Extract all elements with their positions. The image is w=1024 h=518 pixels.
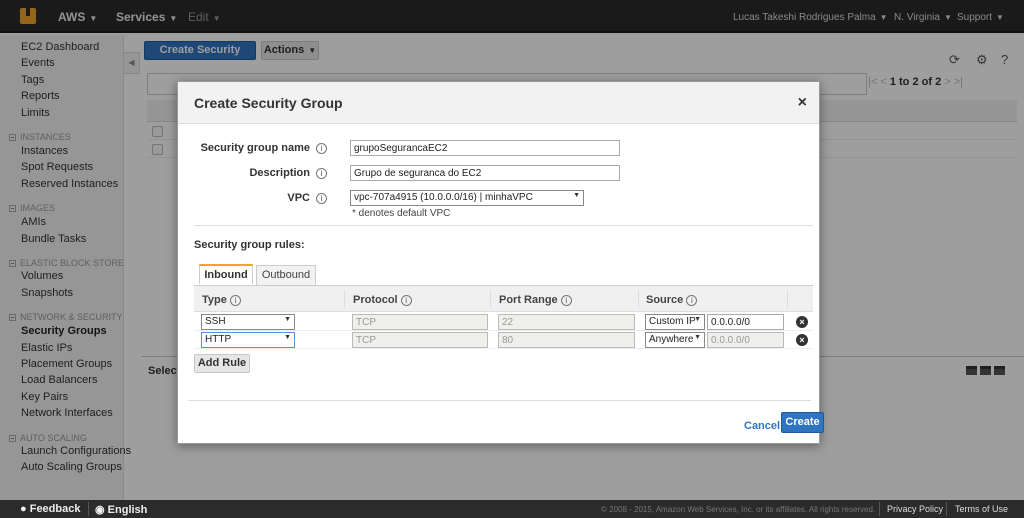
rule-port-range-field xyxy=(498,332,635,348)
remove-rule-icon[interactable]: × xyxy=(796,334,808,346)
info-icon[interactable]: i xyxy=(560,295,572,306)
chevron-down-icon: ▼ xyxy=(694,316,701,323)
create-button[interactable]: Create xyxy=(781,412,824,433)
rule-port-range-field xyxy=(498,314,635,330)
chevron-down-icon: ▼ xyxy=(573,192,580,199)
rule-protocol-field xyxy=(352,332,488,348)
vpc-label: VPC xyxy=(287,192,310,204)
privacy-policy-link[interactable]: Privacy Policy xyxy=(887,504,943,514)
description-input[interactable] xyxy=(350,165,620,181)
description-label: Description xyxy=(249,167,310,179)
rule-source-input xyxy=(707,332,784,348)
tab-inbound[interactable]: Inbound xyxy=(199,264,253,284)
column-separator xyxy=(344,290,345,308)
rule-type-select[interactable]: HTTP ▼ xyxy=(201,332,295,348)
cancel-button[interactable]: Cancel xyxy=(744,420,780,432)
chevron-down-icon: ▼ xyxy=(284,316,291,323)
divider xyxy=(194,225,813,226)
footer-bar: ● Feedback ◉ English © 2008 - 2015, Amaz… xyxy=(0,500,1024,518)
divider xyxy=(879,502,880,516)
info-icon[interactable]: i xyxy=(316,193,327,204)
column-separator xyxy=(787,290,788,308)
chevron-down-icon: ▼ xyxy=(284,334,291,341)
rule-row: HTTP▼ Anywhere▼ × xyxy=(194,331,813,349)
column-port-range[interactable]: Port Range i xyxy=(499,294,572,306)
remove-rule-icon[interactable]: × xyxy=(796,316,808,328)
divider xyxy=(88,502,89,516)
dialog-header: Create Security Group × xyxy=(178,82,819,124)
info-icon[interactable]: i xyxy=(316,168,327,179)
vpc-select[interactable]: vpc-707a4915 (10.0.0.0/16) | minhaVPC ▼ xyxy=(350,190,584,206)
rule-source-input[interactable] xyxy=(707,314,784,330)
create-security-group-dialog: Create Security Group × Security group n… xyxy=(177,81,824,444)
info-icon[interactable]: i xyxy=(686,295,698,306)
column-separator xyxy=(638,290,639,308)
security-group-name-input[interactable] xyxy=(350,140,620,156)
chevron-down-icon: ▼ xyxy=(694,334,701,341)
terms-of-use-link[interactable]: Terms of Use xyxy=(955,504,1008,514)
add-rule-button[interactable]: Add Rule xyxy=(194,354,250,373)
feedback-link[interactable]: ● Feedback xyxy=(20,503,80,515)
copyright-text: © 2008 - 2015, Amazon Web Services, Inc.… xyxy=(601,505,876,514)
speech-bubble-icon: ● xyxy=(20,503,27,515)
rule-protocol-field xyxy=(352,314,488,330)
column-separator xyxy=(490,290,491,308)
divider xyxy=(946,502,947,516)
tab-outbound[interactable]: Outbound xyxy=(256,265,316,285)
column-source[interactable]: Source i xyxy=(646,294,698,306)
divider xyxy=(188,400,811,401)
rule-row: SSH▼ Custom IP▼ × xyxy=(194,313,813,331)
close-icon[interactable]: × xyxy=(798,94,807,112)
info-icon[interactable]: i xyxy=(316,143,327,154)
rule-source-type-select[interactable]: Custom IP ▼ xyxy=(645,314,705,330)
rules-table-header: Type i Protocol i Port Range i Source i xyxy=(194,285,813,312)
dialog-title: Create Security Group xyxy=(194,95,343,111)
column-protocol[interactable]: Protocol i xyxy=(353,294,412,306)
rule-type-select[interactable]: SSH ▼ xyxy=(201,314,295,330)
rule-source-type-select[interactable]: Anywhere ▼ xyxy=(645,332,705,348)
info-icon[interactable]: i xyxy=(400,295,412,306)
column-type[interactable]: Type i xyxy=(202,294,241,306)
globe-icon: ◉ xyxy=(95,504,105,516)
info-icon[interactable]: i xyxy=(229,295,241,306)
language-selector[interactable]: ◉ English xyxy=(95,503,147,516)
security-group-name-label: Security group name xyxy=(200,142,310,154)
default-vpc-note: * denotes default VPC xyxy=(352,208,451,219)
security-group-rules-label: Security group rules: xyxy=(194,239,305,251)
